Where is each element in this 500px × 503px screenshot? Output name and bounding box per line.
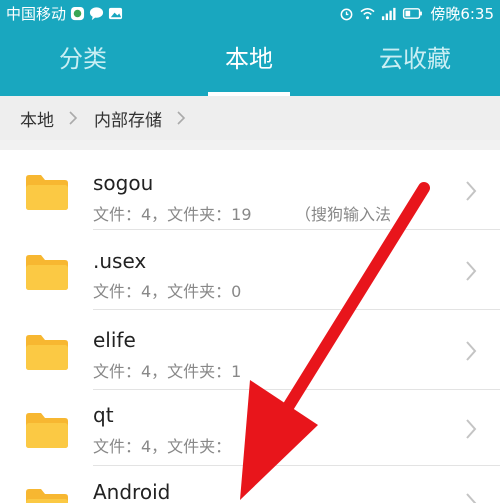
breadcrumb-local[interactable]: 本地 — [0, 106, 54, 131]
wifi-icon — [360, 8, 375, 20]
folder-name: qt — [93, 403, 114, 427]
folder-icon — [26, 175, 68, 210]
folder-name: sogou — [93, 171, 154, 195]
folder-icon — [26, 335, 68, 370]
battery-icon — [403, 8, 423, 19]
chevron-right-icon — [466, 261, 477, 281]
tab-local[interactable]: 本地 — [166, 26, 332, 96]
folder-row-qt[interactable]: qt 文件：4，文件夹： — [0, 390, 500, 470]
chevron-right-icon — [177, 111, 186, 125]
folder-icon — [26, 489, 68, 503]
image-icon — [108, 7, 123, 20]
chevron-right-icon — [466, 341, 477, 361]
chevron-right-icon — [466, 419, 477, 439]
status-time: 傍晚6:35 — [430, 5, 494, 23]
folder-icon — [26, 413, 68, 448]
folder-meta: 文件：4，文件夹：19 — [93, 205, 252, 224]
breadcrumb-internal-storage[interactable]: 内部存储 — [80, 106, 162, 131]
folder-row-elife[interactable]: elife 文件：4，文件夹：1 — [0, 310, 500, 390]
folder-icon — [26, 255, 68, 290]
alarm-icon — [340, 8, 353, 21]
tab-bar: 分类 本地 云收藏 — [0, 26, 500, 96]
folder-meta: 文件：4，文件夹：1 — [93, 362, 242, 381]
folder-row-usex[interactable]: .usex 文件：4，文件夹：0 — [0, 230, 500, 310]
tab-cloud-favorites[interactable]: 云收藏 — [332, 26, 498, 96]
file-list: sogou 文件：4，文件夹：19 （搜狗输入法 .usex 文件：4，文件夹：… — [0, 150, 500, 503]
folder-row-android[interactable]: Android — [0, 466, 500, 503]
breadcrumb: 本地 内部存储 — [0, 96, 500, 140]
carrier-label: 中国移动 — [6, 5, 67, 23]
folder-meta: 文件：4，文件夹：0 — [93, 282, 242, 301]
folder-name: .usex — [93, 249, 147, 273]
app-icon — [70, 6, 85, 21]
chevron-right-icon — [69, 111, 78, 125]
status-bar: 中国移动 傍晚6:35 — [0, 0, 500, 26]
chevron-right-icon — [466, 493, 477, 503]
chevron-right-icon — [466, 181, 477, 201]
chat-icon — [89, 7, 104, 21]
tab-category[interactable]: 分类 — [0, 26, 166, 96]
folder-name: Android — [93, 480, 171, 503]
folder-row-sogou[interactable]: sogou 文件：4，文件夹：19 （搜狗输入法 — [0, 150, 500, 230]
folder-note: （搜狗输入法 — [295, 205, 392, 224]
folder-meta: 文件：4，文件夹： — [93, 437, 232, 456]
folder-name: elife — [93, 328, 136, 352]
signal-icon — [382, 7, 396, 21]
